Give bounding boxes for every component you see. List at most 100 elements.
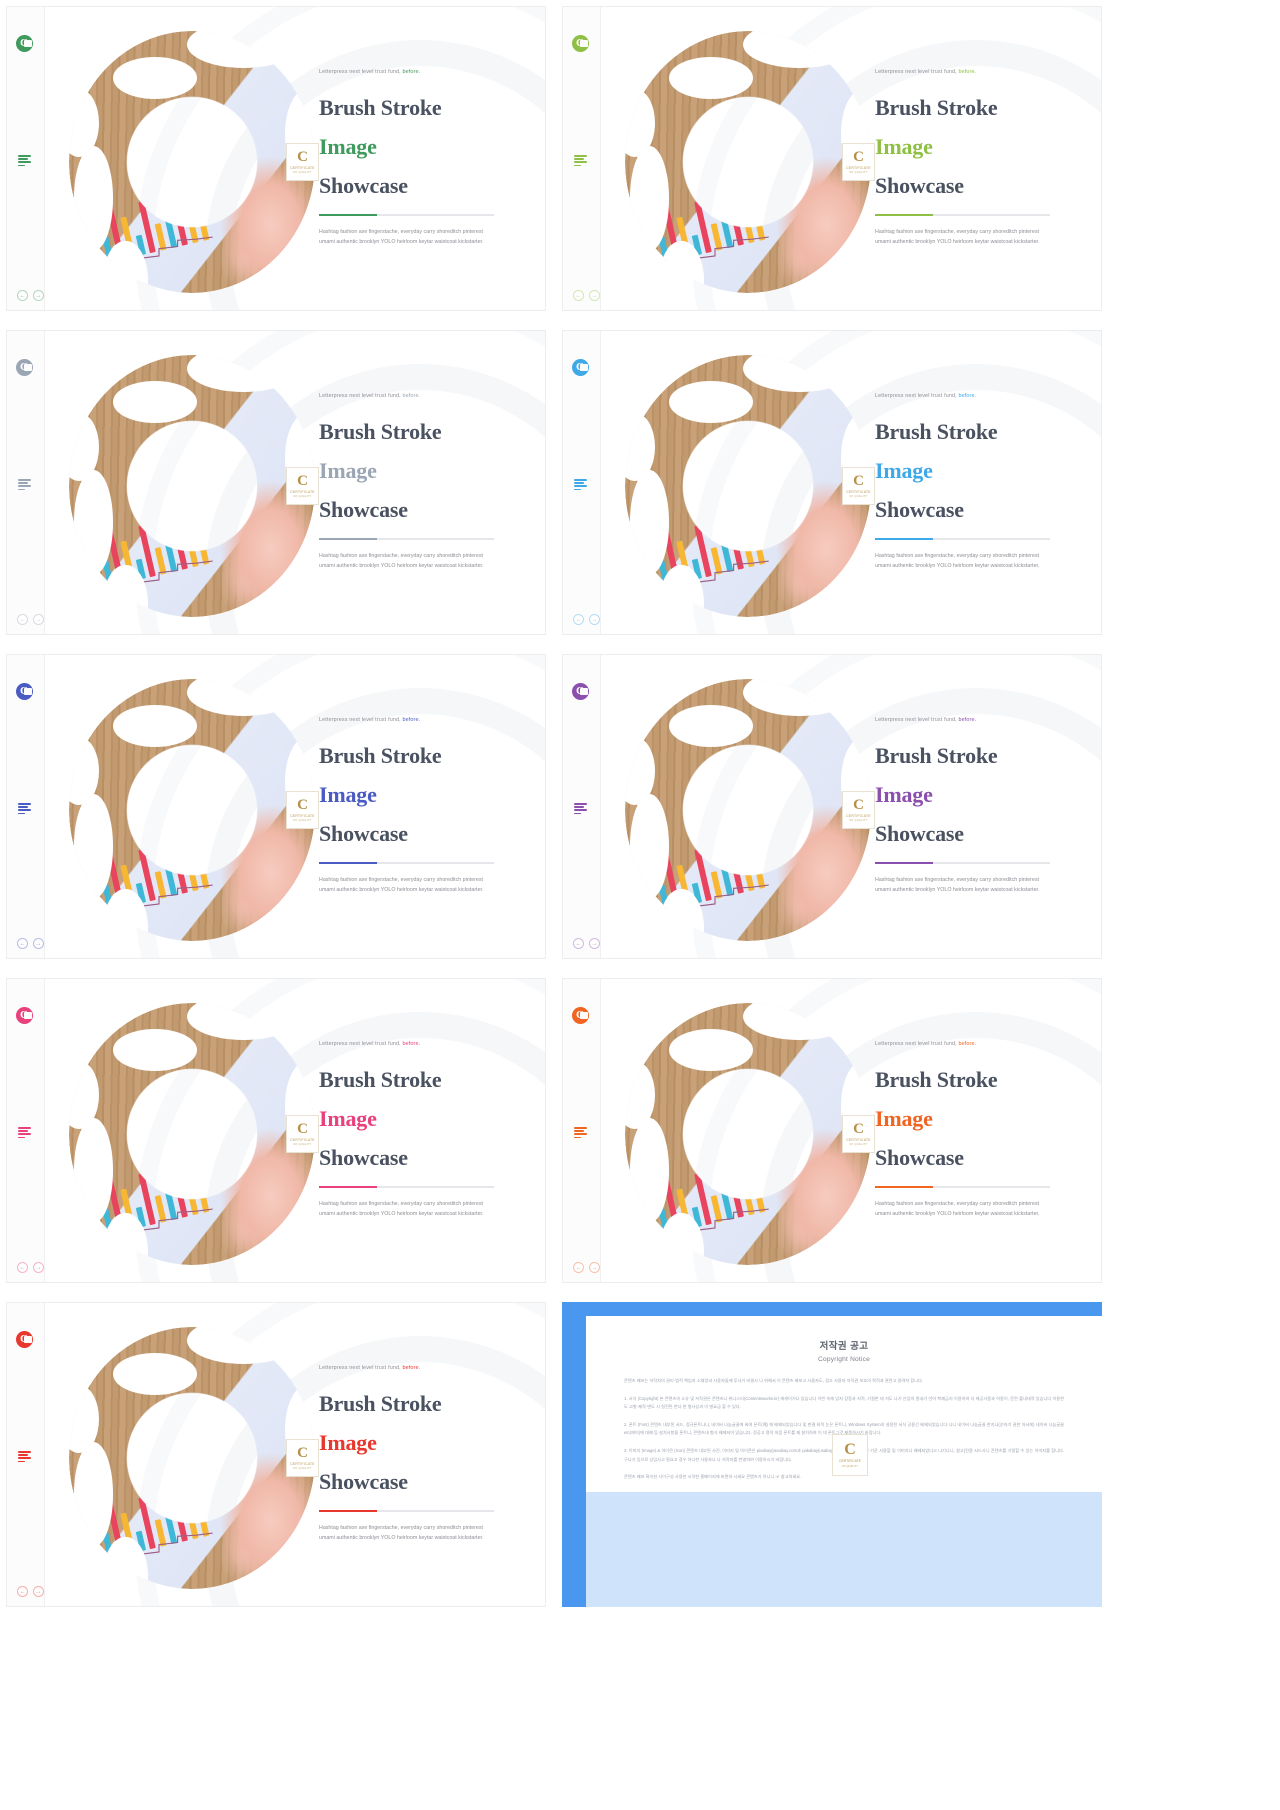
brush-ring-mask [69,31,315,293]
arrow-right-icon[interactable]: → [589,938,600,949]
title-underline [319,214,494,216]
slide-nav-buttons[interactable]: ← → [17,614,44,625]
paragraph-line-2: umami authentic brooklyn YOLO heirloom k… [875,239,1040,245]
slide-preview-2[interactable]: C ← → C CERTIFICATE OF QUALITY Letterpre… [562,6,1102,311]
copyright-notice-panel[interactable]: 저작권 공고 Copyright Notice 콘텐츠 배포는 저작자의 권리·… [562,1302,1102,1607]
slide-preview-3[interactable]: C ← → C CERTIFICATE OF QUALITY Letterpre… [6,330,546,635]
slide-preview-6[interactable]: C ← → C CERTIFICATE OF QUALITY Letterpre… [562,654,1102,959]
arrow-left-icon[interactable]: ← [573,1262,584,1273]
slide-nav-buttons[interactable]: ← → [17,1262,44,1273]
arrow-right-icon[interactable]: → [589,1262,600,1273]
arrow-left-icon[interactable]: ← [17,938,28,949]
brush-edge-chip [73,1118,114,1224]
slide-left-rail: C [563,7,601,310]
brand-logo-icon: C [572,359,591,378]
title-line-2: Image [875,134,933,159]
logo-letter: C [20,37,28,49]
eyebrow-plain: Letterpress next level trust fund, [319,393,403,399]
certificate-badge: C CERTIFICATE OF QUALITY [842,467,875,505]
eyebrow-plain: Letterpress next level trust fund, [875,69,959,75]
title-line-1: Brush Stroke [319,419,442,444]
slide-left-rail: C [563,655,601,958]
paragraph-line-2: umami authentic brooklyn YOLO heirloom k… [319,1535,484,1541]
badge-letter: C [853,1121,864,1137]
brush-stroke-image: C CERTIFICATE OF QUALITY [69,679,319,941]
badge-text-primary: CERTIFICATE [290,166,315,170]
paragraph-line-1: Hashtag fashion axe fingerstache, everyd… [875,1201,1039,1207]
eyebrow-text: Letterpress next level trust fund, befor… [319,1041,524,1047]
brush-stroke-image: C CERTIFICATE OF QUALITY [69,355,319,617]
arrow-right-icon[interactable]: → [33,614,44,625]
text-lines-icon [18,479,32,492]
brush-edge-chip [305,1186,315,1265]
arrow-left-icon[interactable]: ← [573,290,584,301]
slide-nav-buttons[interactable]: ← → [17,1586,44,1597]
paragraph-line-1: Hashtag fashion axe fingerstache, everyd… [875,229,1039,235]
badge-text-primary: CERTIFICATE [846,1138,871,1142]
arrow-left-icon[interactable]: ← [17,1262,28,1273]
title-line-2: Image [319,1106,377,1131]
slide-nav-buttons[interactable]: ← → [17,938,44,949]
eyebrow-accent: before. [958,717,977,723]
text-lines-icon [18,1451,32,1464]
badge-text-primary: CERTIFICATE [290,1138,315,1142]
slide-text-block: Letterpress next level trust fund, befor… [319,1041,524,1219]
eyebrow-plain: Letterpress next level trust fund, [319,1365,403,1371]
brush-ring-mask [69,355,315,617]
brush-ring-mask [625,679,871,941]
title-underline [319,1186,494,1188]
brush-stroke-image: C CERTIFICATE OF QUALITY [69,1327,319,1589]
badge-text-secondary: OF QUALITY [293,171,312,174]
arrow-right-icon[interactable]: → [589,290,600,301]
badge-text-secondary: OF QUALITY [293,819,312,822]
brush-ring-mask [69,679,315,941]
title-line-3: Showcase [875,173,964,198]
arrow-right-icon[interactable]: → [33,1586,44,1597]
slide-nav-buttons[interactable]: ← → [573,938,600,949]
slide-preview-8[interactable]: C ← → C CERTIFICATE OF QUALITY Letterpre… [562,978,1102,1283]
arrow-right-icon[interactable]: → [33,938,44,949]
arrow-left-icon[interactable]: ← [17,290,28,301]
text-lines-icon [574,155,588,168]
certificate-badge: C CERTIFICATE OF QUALITY [286,143,319,181]
slide-preview-9[interactable]: C ← → C CERTIFICATE OF QUALITY Letterpre… [6,1302,546,1607]
badge-text-primary: CERTIFICATE [846,490,871,494]
arrow-left-icon[interactable]: ← [573,614,584,625]
arrow-right-icon[interactable]: → [33,1262,44,1273]
slide-preview-7[interactable]: C ← → C CERTIFICATE OF QUALITY Letterpre… [6,978,546,1283]
title-line-3: Showcase [875,1145,964,1170]
slide-nav-buttons[interactable]: ← → [573,614,600,625]
text-lines-icon [574,803,588,816]
arrow-left-icon[interactable]: ← [17,1586,28,1597]
slide-nav-buttons[interactable]: ← → [573,290,600,301]
arrow-right-icon[interactable]: → [33,290,44,301]
slide-preview-4[interactable]: C ← → C CERTIFICATE OF QUALITY Letterpre… [562,330,1102,635]
brush-edge-chip [629,794,670,900]
brush-stroke-image: C CERTIFICATE OF QUALITY [625,355,875,617]
slide-nav-buttons[interactable]: ← → [17,290,44,301]
badge-text-primary: CERTIFICATE [839,1459,861,1463]
title-line-1: Brush Stroke [875,95,998,120]
paragraph-line-1: Hashtag fashion axe fingerstache, everyd… [319,877,483,883]
certificate-badge: C CERTIFICATE OF QUALITY [842,1115,875,1153]
slide-preview-1[interactable]: C ← → C CERTIFICATE OF QUALITY Letterpre… [6,6,546,311]
eyebrow-accent: before. [958,1041,977,1047]
arrow-left-icon[interactable]: ← [17,614,28,625]
title-line-3: Showcase [319,1469,408,1494]
brush-edge-chip [113,381,197,424]
slide-nav-buttons[interactable]: ← → [573,1262,600,1273]
brush-edge-chip [113,705,197,748]
eyebrow-accent: before. [958,69,977,75]
slide-preview-5[interactable]: C ← → C CERTIFICATE OF QUALITY Letterpre… [6,654,546,959]
arrow-right-icon[interactable]: → [589,614,600,625]
badge-text-primary: CERTIFICATE [846,166,871,170]
slide-left-rail: C [7,979,45,1282]
eyebrow-plain: Letterpress next level trust fund, [875,1041,959,1047]
arrow-left-icon[interactable]: ← [573,938,584,949]
text-lines-icon [18,803,32,816]
logo-letter: C [576,685,584,697]
slide-text-block: Letterpress next level trust fund, befor… [319,69,524,247]
brush-ring-mask [69,1327,315,1589]
brand-logo-icon: C [16,1331,35,1350]
certificate-badge: C CERTIFICATE OF QUALITY [842,143,875,181]
